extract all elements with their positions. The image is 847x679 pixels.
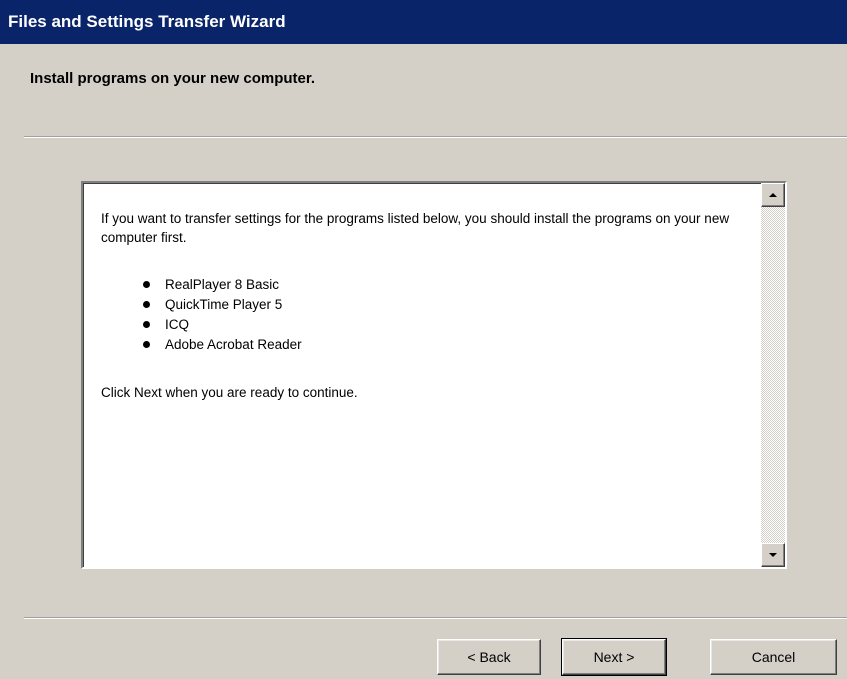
bullet-icon	[143, 281, 150, 288]
arrow-up-icon	[769, 193, 777, 197]
info-text-box[interactable]: If you want to transfer settings for the…	[81, 181, 787, 569]
window-title: Files and Settings Transfer Wizard	[8, 12, 286, 31]
info-text-content: If you want to transfer settings for the…	[101, 209, 751, 402]
list-item: ICQ	[143, 315, 751, 335]
cancel-button-label: Cancel	[751, 649, 796, 665]
program-list: RealPlayer 8 Basic QuickTime Player 5 IC…	[101, 275, 751, 355]
wizard-header: Install programs on your new computer.	[0, 44, 847, 136]
intro-text: If you want to transfer settings for the…	[101, 211, 730, 245]
title-bar[interactable]: Files and Settings Transfer Wizard	[0, 0, 847, 44]
program-name: Adobe Acrobat Reader	[165, 337, 302, 352]
bullet-icon	[143, 341, 150, 348]
arrow-down-icon	[769, 553, 777, 557]
list-item: RealPlayer 8 Basic	[143, 275, 751, 295]
program-name: RealPlayer 8 Basic	[165, 277, 280, 292]
footer-divider	[24, 617, 847, 619]
program-name: ICQ	[165, 317, 190, 332]
closing-text: Click Next when you are ready to continu…	[101, 385, 358, 400]
bullet-icon	[143, 301, 150, 308]
next-button-label: Next >	[593, 649, 635, 665]
list-item: Adobe Acrobat Reader	[143, 335, 751, 355]
back-button-label: < Back	[467, 649, 511, 665]
bullet-icon	[143, 321, 150, 328]
list-item: QuickTime Player 5	[143, 295, 751, 315]
page-title: Install programs on your new computer.	[30, 70, 316, 87]
scroll-up-button[interactable]	[761, 183, 785, 207]
program-name: QuickTime Player 5	[165, 297, 283, 312]
cancel-button[interactable]: Cancel	[710, 639, 837, 675]
vertical-scrollbar[interactable]	[761, 183, 785, 567]
next-button[interactable]: Next >	[561, 638, 667, 676]
scroll-down-button[interactable]	[761, 543, 785, 567]
wizard-window: Files and Settings Transfer Wizard Insta…	[0, 0, 847, 679]
header-divider	[24, 136, 847, 138]
back-button[interactable]: < Back	[437, 639, 541, 675]
